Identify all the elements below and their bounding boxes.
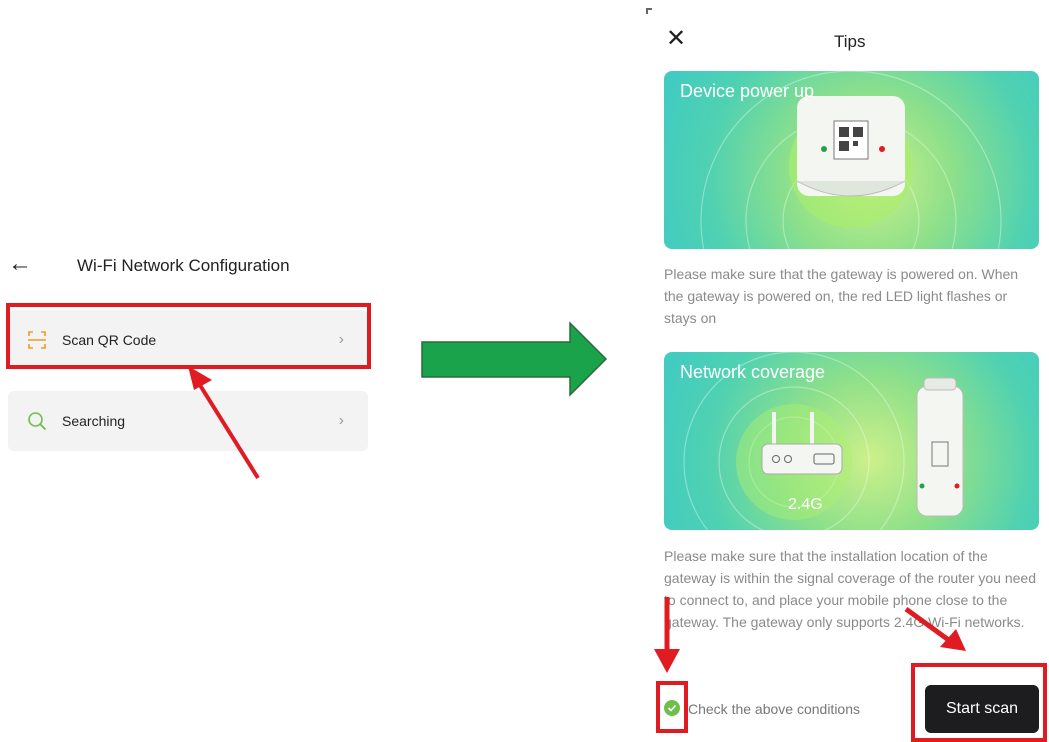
card-title: Network coverage xyxy=(680,362,826,382)
pointer-arrow-icon xyxy=(188,366,260,480)
card-title: Device power up xyxy=(680,81,815,101)
device-power-card: Device power up xyxy=(664,71,1039,249)
close-icon[interactable]: ✕ xyxy=(666,27,686,51)
flow-arrow-icon xyxy=(421,321,608,397)
pointer-arrow-icon xyxy=(654,597,680,673)
chevron-right-icon: › xyxy=(338,412,344,429)
network-coverage-card: Network coverage 2.4G xyxy=(664,352,1039,530)
band-label: 2.4G xyxy=(788,496,823,513)
power-tip-text: Please make sure that the gateway is pow… xyxy=(664,266,1019,326)
page-title: Wi-Fi Network Configuration xyxy=(77,256,290,275)
start-scan-highlight-box xyxy=(911,663,1047,742)
page-title: Tips xyxy=(834,32,866,51)
coverage-tip-text: Please make sure that the installation l… xyxy=(664,548,1037,630)
check-highlight-box xyxy=(656,681,688,733)
check-label: Check the above conditions xyxy=(688,701,860,717)
corner-mark xyxy=(646,8,652,14)
search-icon xyxy=(26,410,48,432)
back-arrow-icon[interactable]: ← xyxy=(8,252,32,276)
pointer-arrow-icon xyxy=(904,606,966,651)
